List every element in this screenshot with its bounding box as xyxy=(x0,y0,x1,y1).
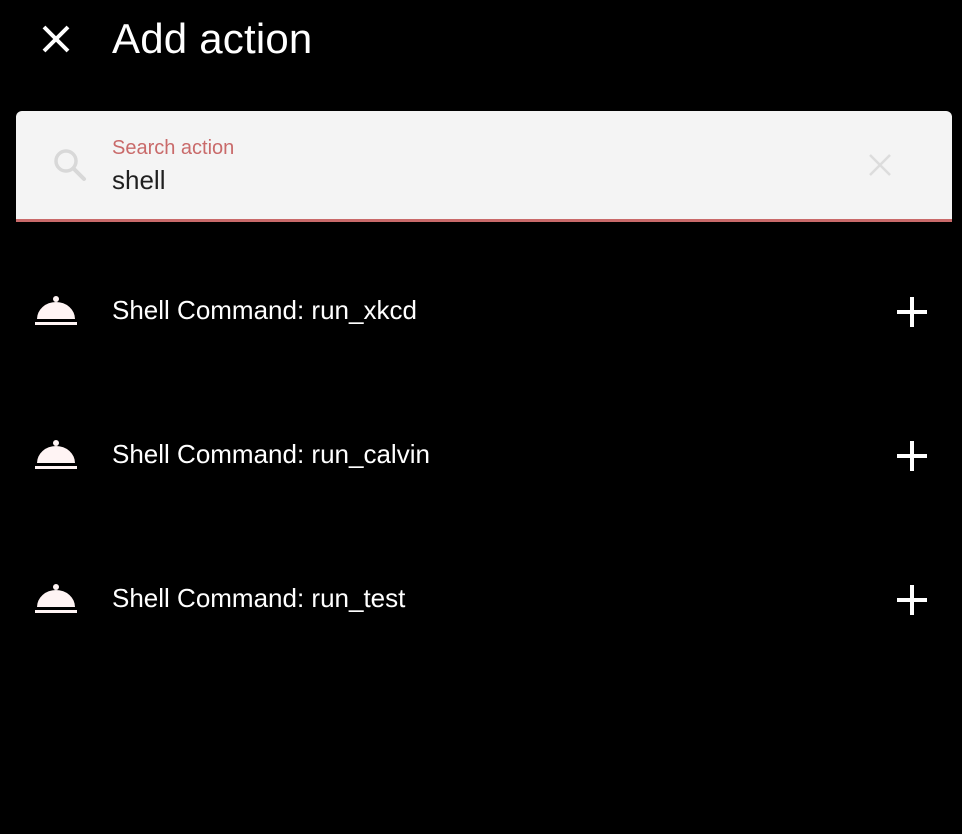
plus-icon[interactable] xyxy=(893,437,931,475)
action-list: Shell Command: run_xkcd Shell Command: r… xyxy=(0,239,962,671)
search-icon xyxy=(54,149,86,181)
list-item-label: Shell Command: run_xkcd xyxy=(112,295,417,325)
list-item[interactable]: Shell Command: run_test xyxy=(0,527,962,671)
list-item-label: Shell Command: run_calvin xyxy=(112,439,430,469)
service-bell-icon xyxy=(35,440,77,469)
search-field[interactable]: Search action xyxy=(16,111,952,222)
search-input[interactable] xyxy=(112,163,832,197)
list-item-label: Shell Command: run_test xyxy=(112,583,406,613)
list-item[interactable]: Shell Command: run_calvin xyxy=(0,383,962,527)
search-label: Search action xyxy=(112,137,235,159)
service-bell-icon xyxy=(35,296,77,325)
plus-icon[interactable] xyxy=(893,581,931,619)
close-icon xyxy=(42,25,70,53)
add-action-dialog: Add action Search action Shell Command: … xyxy=(0,0,962,834)
service-bell-icon xyxy=(35,584,77,613)
close-button[interactable] xyxy=(36,19,76,59)
clear-icon[interactable] xyxy=(864,149,896,181)
page-title: Add action xyxy=(112,15,313,62)
plus-icon[interactable] xyxy=(893,293,931,331)
list-item[interactable]: Shell Command: run_xkcd xyxy=(0,239,962,383)
dialog-header: Add action xyxy=(0,0,962,80)
